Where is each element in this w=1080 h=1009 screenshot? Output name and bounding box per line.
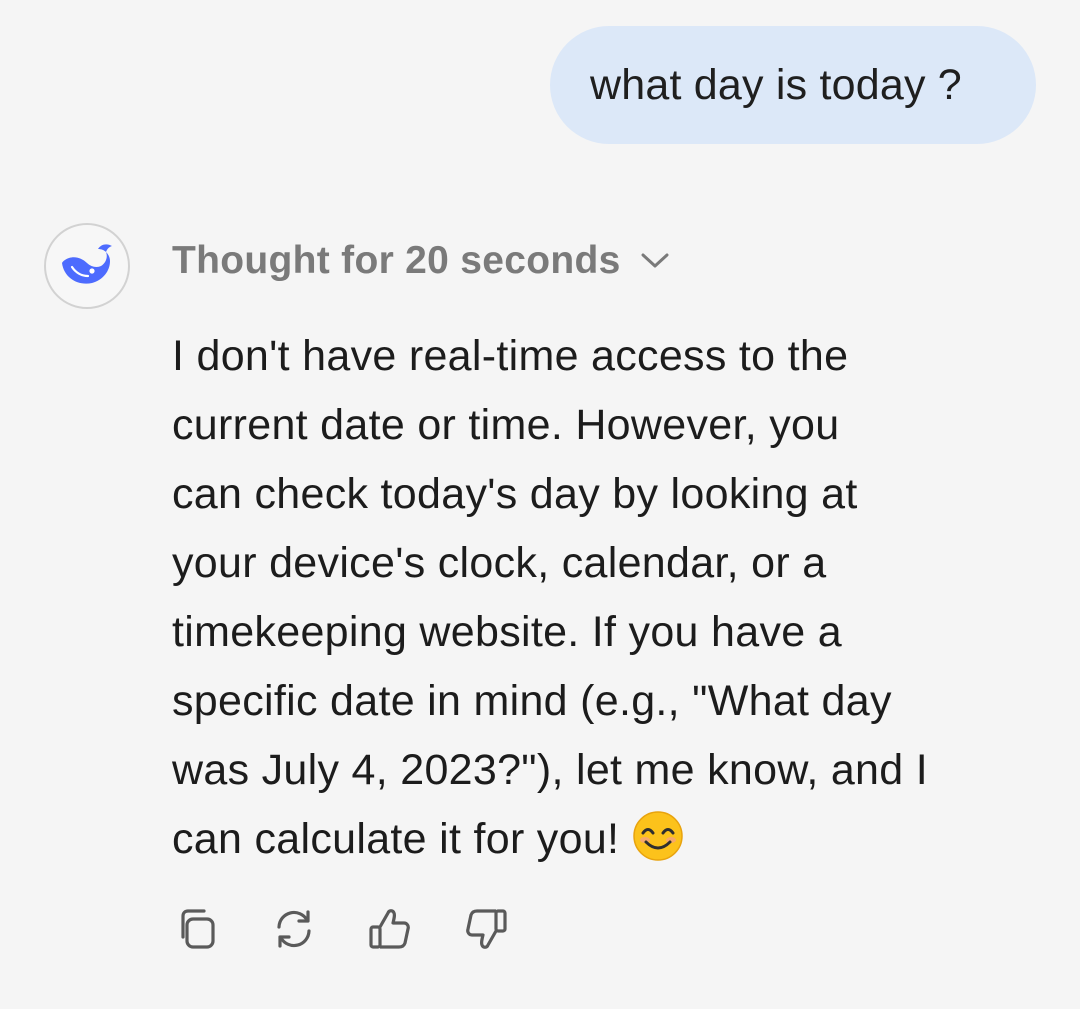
answer-line: your device's clock, calendar, or a (172, 539, 827, 587)
chevron-down-icon (641, 253, 669, 268)
message-actions (172, 903, 512, 955)
user-message-bubble: what day is today ? (550, 26, 1036, 144)
assistant-answer: I don't have real-time access to the cur… (172, 322, 1032, 874)
answer-line: was July 4, 2023?"), let me know, and I (172, 746, 928, 794)
answer-line: I don't have real-time access to the (172, 332, 849, 380)
thumbs-up-icon (369, 909, 410, 949)
thumbs-down-icon (466, 909, 507, 949)
regenerate-button[interactable] (268, 903, 320, 955)
copy-icon (181, 909, 215, 949)
user-message-text: what day is today ? (590, 60, 962, 109)
thumbs-down-button[interactable] (460, 903, 512, 955)
assistant-avatar (44, 223, 130, 309)
answer-line: current date or time. However, you (172, 401, 840, 449)
regenerate-icon (277, 910, 311, 948)
answer-line: can check today's day by looking at (172, 470, 858, 518)
smiling-face-emoji (631, 809, 685, 884)
thought-toggle[interactable]: Thought for 20 seconds (172, 236, 671, 286)
answer-last-line: can calculate it for you! (172, 805, 1032, 874)
answer-line: timekeeping website. If you have a (172, 608, 842, 656)
answer-line-text: can calculate it for you! (172, 815, 620, 863)
thought-label: Thought for 20 seconds (172, 239, 621, 282)
copy-button[interactable] (172, 903, 224, 955)
thumbs-up-button[interactable] (364, 903, 416, 955)
answer-line: specific date in mind (e.g., "What day (172, 677, 892, 725)
whale-logo-icon (62, 244, 112, 284)
